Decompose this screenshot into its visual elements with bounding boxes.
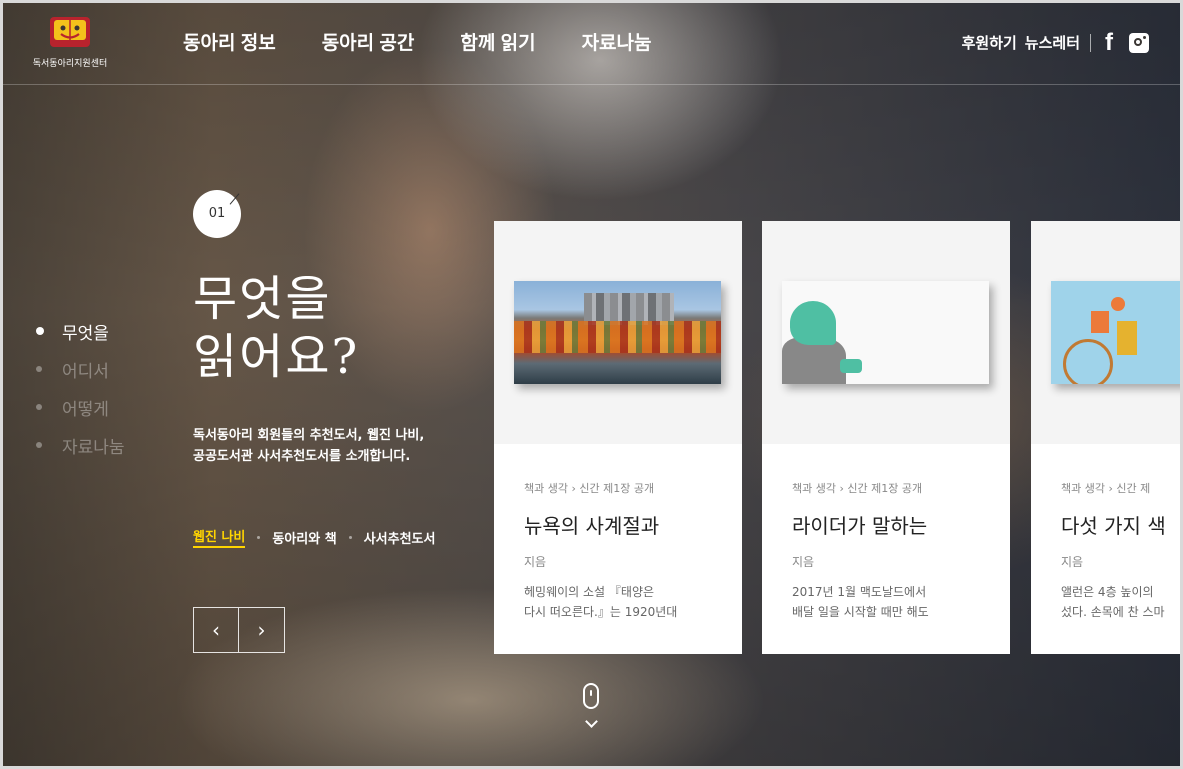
support-link[interactable]: 후원하기 xyxy=(962,32,1017,53)
card-image xyxy=(514,281,721,384)
facebook-icon[interactable]: f xyxy=(1105,30,1113,54)
article-card[interactable]: 책과 생각 › 신간 제 다섯 가지 색 지음 앨런은 4층 높이의 섰다. 손… xyxy=(1031,221,1183,654)
bullet-icon xyxy=(36,366,42,372)
card-excerpt: 헤밍웨이의 소설 『태양은 다시 떠오른다.』는 1920년대 xyxy=(524,585,678,619)
card-author: 지음 xyxy=(524,555,547,569)
section-nav-label: 어떻게 xyxy=(62,399,109,420)
link-webzine-nabi[interactable]: 웹진 나비 xyxy=(193,526,246,548)
hero-description-line: 독서동아리 회원들의 추천도서, 웹진 나비, xyxy=(193,428,425,443)
nav-club-space[interactable]: 동아리 공간 xyxy=(322,28,415,55)
logo-text: 독서동아리지원센터 xyxy=(32,59,108,69)
card-excerpt: 앨런은 4층 높이의 섰다. 손목에 찬 스마 xyxy=(1061,585,1165,619)
utility-links: 후원하기 뉴스레터 f xyxy=(962,30,1149,54)
logo[interactable]: 독서동아리지원센터 xyxy=(24,16,116,69)
card-thumbnail xyxy=(1031,221,1183,444)
hero-description-line: 공공도서관 사서추천도서를 소개합니다. xyxy=(193,449,411,464)
article-card[interactable]: 책과 생각 › 신간 제1장 공개 뉴욕의 사계절과 지음 헤밍웨이의 소설 『… xyxy=(494,221,742,654)
section-nav-item-what[interactable]: 무엇을 xyxy=(36,318,125,344)
section-nav-label: 무엇을 xyxy=(62,323,109,344)
scroll-down-indicator[interactable] xyxy=(581,683,601,728)
section-number-badge: 01 xyxy=(193,190,241,238)
link-club-books[interactable]: 동아리와 책 xyxy=(272,528,336,547)
card-thumbnail xyxy=(762,221,1010,444)
logo-mark-icon xyxy=(50,17,90,47)
chevron-down-icon xyxy=(584,715,598,728)
card-author: 지음 xyxy=(792,555,815,569)
card-category: 책과 생각 › 신간 제1장 공개 xyxy=(524,482,655,495)
card-excerpt: 2017년 1월 맥도날드에서 배달 일을 시작할 때만 해도 xyxy=(792,585,929,619)
newsletter-link[interactable]: 뉴스레터 xyxy=(1025,32,1080,53)
prev-slide-button[interactable]: ‹ xyxy=(193,607,239,653)
link-librarian-picks[interactable]: 사서추천도서 xyxy=(364,528,436,547)
main-nav: 동아리 정보 동아리 공간 함께 읽기 자료나눔 xyxy=(183,28,652,55)
mouse-icon xyxy=(583,683,599,709)
hero-title-line: 무엇을 xyxy=(193,271,332,327)
separator-dot xyxy=(257,535,261,539)
category-links: 웹진 나비 동아리와 책 사서추천도서 xyxy=(193,526,435,548)
card-title[interactable]: 다섯 가지 색 xyxy=(1061,510,1183,539)
header: 독서동아리지원센터 동아리 정보 동아리 공간 함께 읽기 자료나눔 후원하기 … xyxy=(0,0,1183,85)
card-image xyxy=(1051,281,1183,384)
card-thumbnail xyxy=(494,221,742,444)
bullet-icon xyxy=(36,404,42,410)
card-title[interactable]: 뉴욕의 사계절과 xyxy=(524,510,714,539)
card-category: 책과 생각 › 신간 제 xyxy=(1061,482,1151,495)
section-nav-item-where[interactable]: 어디서 xyxy=(36,356,125,382)
section-nav-label: 어디서 xyxy=(62,361,109,382)
section-nav-item-resources[interactable]: 자료나눔 xyxy=(36,432,125,458)
slider-controls: ‹ › xyxy=(193,607,285,653)
card-carousel: 책과 생각 › 신간 제1장 공개 뉴욕의 사계절과 지음 헤밍웨이의 소설 『… xyxy=(494,221,1183,654)
hero-title: 무엇을 읽어요? xyxy=(193,270,359,386)
bullet-icon xyxy=(36,327,44,335)
hero-title-line: 읽어요? xyxy=(193,329,360,385)
nav-club-info[interactable]: 동아리 정보 xyxy=(183,28,276,55)
card-title[interactable]: 라이더가 말하는 xyxy=(792,510,982,539)
divider xyxy=(1090,33,1091,52)
section-nav-label: 자료나눔 xyxy=(62,437,125,458)
hero-description: 독서동아리 회원들의 추천도서, 웹진 나비, 공공도서관 사서추천도서를 소개… xyxy=(193,425,424,467)
card-image xyxy=(782,281,989,384)
article-card[interactable]: 책과 생각 › 신간 제1장 공개 라이더가 말하는 지음 2017년 1월 맥… xyxy=(762,221,1010,654)
separator-dot xyxy=(348,535,352,539)
bullet-icon xyxy=(36,442,42,448)
section-nav-item-how[interactable]: 어떻게 xyxy=(36,394,125,420)
card-category: 책과 생각 › 신간 제1장 공개 xyxy=(792,482,923,495)
nav-resources[interactable]: 자료나눔 xyxy=(582,28,652,55)
instagram-icon[interactable] xyxy=(1129,32,1149,53)
section-nav: 무엇을 어디서 어떻게 자료나눔 xyxy=(36,318,125,470)
next-slide-button[interactable]: › xyxy=(239,607,285,653)
card-author: 지음 xyxy=(1061,555,1084,569)
nav-read-together[interactable]: 함께 읽기 xyxy=(460,28,535,55)
